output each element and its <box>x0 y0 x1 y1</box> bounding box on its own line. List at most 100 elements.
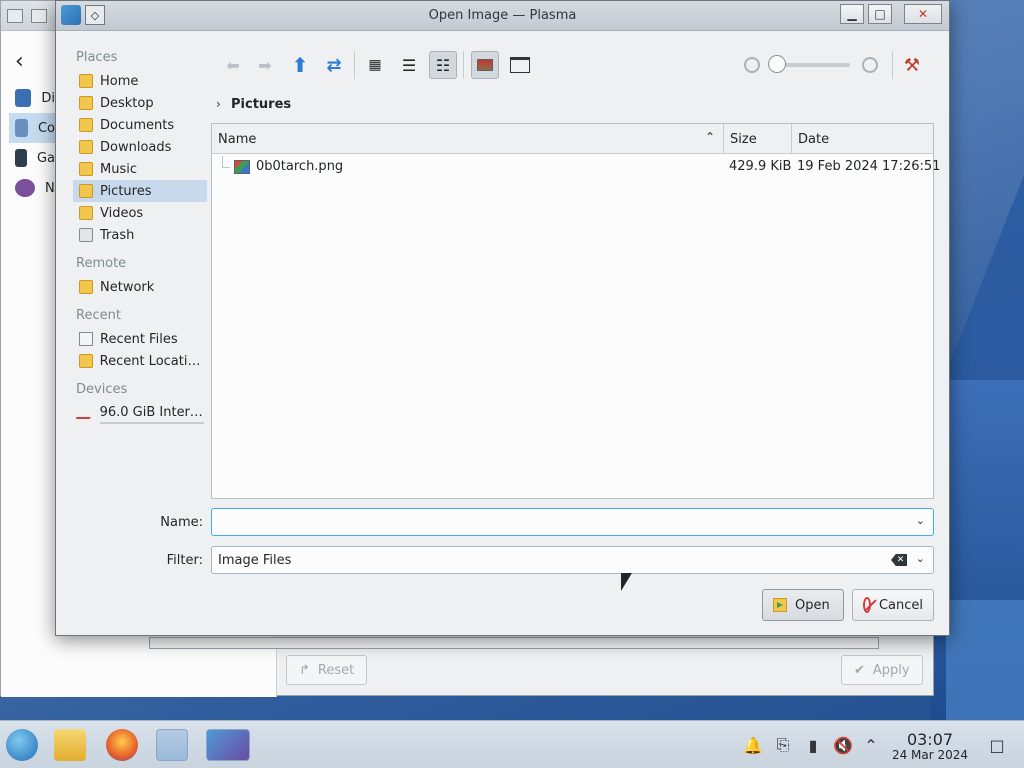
name-label: Name: <box>160 515 203 530</box>
clipboard-icon[interactable]: ⎘ <box>774 735 792 755</box>
breadcrumb-current[interactable]: Pictures <box>231 97 291 112</box>
options-button[interactable]: ⚒ <box>898 51 926 79</box>
places-item-drive[interactable]: 96.0 GiB Intern... <box>73 401 207 424</box>
open-button[interactable]: Open <box>762 589 844 621</box>
places-item-label: Videos <box>100 205 144 221</box>
filter-input[interactable]: Image Files <box>218 553 291 568</box>
parent-folder-button[interactable]: ⬆ <box>286 51 314 79</box>
file-list-view[interactable]: Name ⌃ Size Date 0b0tarch.png 429.9 KiB … <box>211 123 940 499</box>
sort-ascending-icon: ⌃ <box>704 130 715 144</box>
minimize-button[interactable]: ▁ <box>840 4 864 24</box>
open-button-label: Open <box>795 597 830 613</box>
column-header-size[interactable]: Size <box>724 124 792 154</box>
show-desktop-icon[interactable]: □ <box>988 735 1006 755</box>
places-item-recent-locations[interactable]: Recent Locations <box>73 350 207 372</box>
documents-folder-icon <box>79 118 93 132</box>
file-date: 19 Feb 2024 17:26:51 <box>797 159 941 174</box>
gpu-icon <box>15 149 27 167</box>
places-item-trash[interactable]: Trash <box>73 224 207 246</box>
reset-icon: ↱ <box>299 662 310 678</box>
image-preview-icon <box>477 59 493 71</box>
firefox-icon[interactable] <box>106 729 138 761</box>
icons-view-icon: ▦ <box>368 57 382 73</box>
bg-sidebar-label: Di <box>41 90 55 106</box>
mouse-cursor-icon <box>621 573 632 591</box>
cancel-button[interactable]: Cancel <box>852 589 934 621</box>
chevron-down-icon[interactable]: ⌄ <box>916 514 925 527</box>
back-arrow-icon[interactable]: ‹ <box>15 49 24 74</box>
pin-icon[interactable] <box>31 9 47 23</box>
battery-icon[interactable]: ▮ <box>804 735 822 755</box>
detailed-view-button[interactable]: ☷ <box>429 51 457 79</box>
chevron-down-icon[interactable]: ⌄ <box>916 552 925 565</box>
pictures-folder-icon <box>79 184 93 198</box>
plasma-app-icon[interactable] <box>206 729 250 761</box>
system-settings-icon[interactable] <box>156 729 188 761</box>
toolbar-separator <box>463 51 464 79</box>
places-item-label: Recent Locations <box>99 353 207 369</box>
bg-sidebar-label: Co <box>37 120 55 136</box>
maximize-button[interactable]: □ <box>868 4 892 24</box>
compact-view-icon: ☰ <box>401 55 417 75</box>
zoom-slider-handle[interactable] <box>768 55 786 73</box>
column-header-date[interactable]: Date <box>792 124 935 154</box>
places-item-label: Recent Files <box>100 331 178 347</box>
notifications-icon[interactable]: 🔔 <box>743 735 763 755</box>
breadcrumb-chevron-icon[interactable]: › <box>216 97 221 111</box>
clock-date[interactable]: 24 Mar 2024 <box>882 748 978 762</box>
desktop-folder-icon <box>79 96 93 110</box>
window-menu-icon[interactable] <box>7 9 23 23</box>
clear-text-icon[interactable]: ✕ <box>891 554 907 566</box>
places-item-label: Home <box>100 73 139 89</box>
reload-icon: ⇄ <box>326 54 342 76</box>
compact-view-button[interactable]: ☰ <box>395 51 423 79</box>
toolbar-separator <box>354 51 355 79</box>
places-item-pictures[interactable]: Pictures <box>73 180 207 202</box>
start-menu-icon[interactable] <box>6 729 38 761</box>
places-item-music[interactable]: Music <box>73 158 207 180</box>
file-manager-icon[interactable] <box>54 729 86 761</box>
up-arrow-icon: ⬆ <box>291 53 309 77</box>
places-item-recent-files[interactable]: Recent Files <box>73 328 207 350</box>
places-item-label: Desktop <box>100 95 154 111</box>
filename-combobox[interactable]: ⌄ <box>211 508 934 536</box>
places-item-label: Downloads <box>100 139 172 155</box>
reset-button[interactable]: ↱ Reset <box>286 655 368 685</box>
table-row[interactable]: 0b0tarch.png 429.9 KiB 19 Feb 2024 17:26… <box>212 156 940 178</box>
reload-button[interactable]: ⇄ <box>320 51 348 79</box>
bg-sidebar-item[interactable]: Co <box>15 115 55 141</box>
places-item-documents[interactable]: Documents <box>73 114 207 136</box>
places-item-desktop[interactable]: Desktop <box>73 92 207 114</box>
column-header-name[interactable]: Name ⌃ <box>212 124 724 154</box>
bg-sidebar-item[interactable]: Di <box>15 85 55 111</box>
dialog-titlebar[interactable]: ◇ Open Image — Plasma ▁ □ ✕ <box>56 1 949 31</box>
tray-expand-chevron-icon[interactable]: ⌃ <box>862 735 880 755</box>
apply-button[interactable]: ✔ Apply <box>841 655 923 685</box>
places-item-label: Network <box>100 279 155 295</box>
folder-open-icon <box>773 598 787 612</box>
places-item-videos[interactable]: Videos <box>73 202 207 224</box>
zoom-in-icon[interactable] <box>862 57 878 73</box>
bg-sidebar-item[interactable]: N <box>15 175 55 201</box>
close-button[interactable]: ✕ <box>904 4 942 24</box>
icons-view-button[interactable]: ▦ <box>361 51 389 79</box>
zoom-slider[interactable] <box>768 55 850 73</box>
sidebar-toggle-button[interactable] <box>506 51 534 79</box>
clock-time[interactable]: 03:07 <box>890 730 970 749</box>
volume-muted-icon[interactable]: 🔇 <box>833 735 853 755</box>
wallpaper-shape <box>946 600 1024 720</box>
places-item-label: Music <box>100 161 137 177</box>
toolbar-separator <box>892 51 893 79</box>
zoom-out-icon[interactable] <box>744 57 760 73</box>
column-header-label: Date <box>798 131 830 147</box>
places-item-downloads[interactable]: Downloads <box>73 136 207 158</box>
reset-label: Reset <box>317 662 355 678</box>
places-item-network[interactable]: Network <box>73 276 207 298</box>
filter-combobox[interactable]: Image Files ✕ ⌄ <box>211 546 934 574</box>
column-header-label: Size <box>730 131 757 147</box>
places-item-home[interactable]: Home <box>73 70 207 92</box>
preview-button[interactable] <box>471 51 499 79</box>
forward-button[interactable]: ➡ <box>251 51 279 79</box>
bg-sidebar-item[interactable]: Ga <box>15 145 55 171</box>
back-button[interactable]: ⬅ <box>219 51 247 79</box>
